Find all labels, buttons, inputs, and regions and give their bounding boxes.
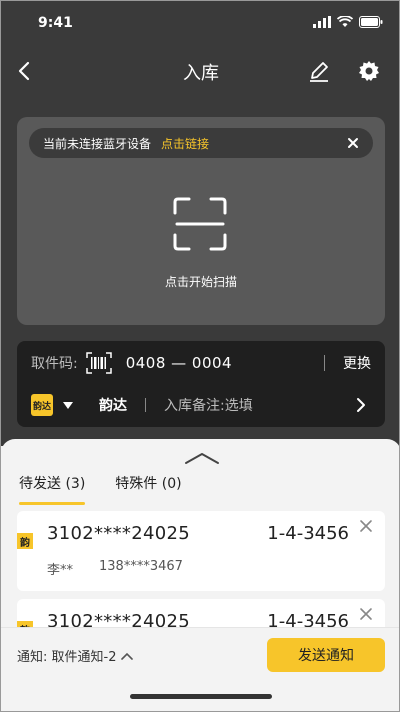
wifi-icon [337, 16, 353, 27]
status-icons [313, 16, 383, 28]
send-notification-button[interactable]: 发送通知 [267, 638, 385, 672]
list-item[interactable]: 韵 3102****24025 1-4-3456 李** 138****3467 [17, 511, 385, 591]
signal-icon [313, 16, 331, 28]
chevron-up-icon [121, 652, 134, 660]
scan-label: 点击开始扫描 [164, 275, 237, 289]
shelf-code: 1-4-3456 [267, 523, 349, 544]
divider [145, 398, 146, 412]
pickup-code-panel: 取件码: 0408 — 0004 更换 韵达 韵达 入库备注: 选填 [17, 341, 385, 427]
bluetooth-banner: 当前未连接蓝牙设备 点击链接 [29, 128, 373, 158]
courier-name[interactable]: 韵达 [99, 395, 127, 415]
page-title: 入库 [183, 63, 219, 84]
header-region: 9:41 入库 当前未连接蓝牙设备 点击链接 点击开始扫描 取件码: 0408 … [1, 1, 399, 446]
chevron-right-icon[interactable] [353, 397, 369, 413]
tab-underline [19, 502, 86, 505]
tracking-number: 3102****24025 [47, 523, 190, 544]
bluetooth-connect-link[interactable]: 点击链接 [161, 135, 209, 152]
courier-row: 韵达 韵达 入库备注: 选填 [31, 393, 375, 417]
sheet-handle-chevron-icon[interactable] [184, 451, 220, 465]
tab-pending[interactable]: 待发送 (3) [19, 473, 86, 505]
status-time: 9:41 [38, 15, 73, 31]
tab-bar: 待发送 (3) 特殊件 (0) [19, 473, 182, 505]
divider [324, 355, 325, 371]
scan-card[interactable]: 当前未连接蓝牙设备 点击链接 点击开始扫描 [17, 117, 385, 325]
close-icon[interactable] [345, 135, 361, 151]
swap-button[interactable]: 更换 [343, 353, 371, 373]
remark-input[interactable]: 选填 [225, 395, 253, 415]
bottom-sheet: 待发送 (3) 特殊件 (0) 韵 3102****24025 1-4-3456… [1, 439, 399, 711]
tab-special[interactable]: 特殊件 (0) [115, 473, 181, 493]
gear-icon[interactable] [357, 59, 381, 83]
tab-special-label: 特殊件 (0) [115, 476, 182, 492]
remark-label: 入库备注: [164, 398, 225, 414]
home-indicator [130, 694, 272, 699]
remove-icon[interactable] [359, 607, 373, 621]
recipient-phone: 138****3467 [99, 559, 183, 574]
bluetooth-status-text: 当前未连接蓝牙设备 [43, 136, 152, 151]
courier-logo[interactable]: 韵达 [31, 394, 53, 416]
phone-screen: 9:41 入库 当前未连接蓝牙设备 点击链接 点击开始扫描 取件码: 0408 … [0, 0, 400, 712]
notify-template-select[interactable]: 通知: 取件通知-2 [17, 646, 134, 665]
tab-pending-label: 待发送 (3) [19, 476, 86, 492]
bottom-action-bar: 通知: 取件通知-2 发送通知 [1, 627, 399, 711]
remove-icon[interactable] [359, 519, 373, 533]
courier-tag: 韵 [17, 533, 33, 549]
caret-down-icon[interactable] [63, 400, 73, 410]
navbar: 入库 [1, 51, 399, 91]
notify-label: 通知: 取件通知-2 [17, 650, 117, 665]
pickup-code-row: 取件码: 0408 — 0004 更换 [31, 351, 375, 375]
status-bar: 9:41 [1, 1, 399, 45]
battery-icon [359, 16, 383, 28]
barcode-icon [85, 352, 112, 374]
pickup-code-value[interactable]: 0408 — 0004 [126, 354, 232, 372]
recipient-name: 李** [47, 563, 74, 578]
scan-frame-icon[interactable] [173, 197, 227, 251]
pickup-code-label: 取件码: [31, 356, 78, 372]
edit-pen-icon[interactable] [307, 59, 331, 83]
